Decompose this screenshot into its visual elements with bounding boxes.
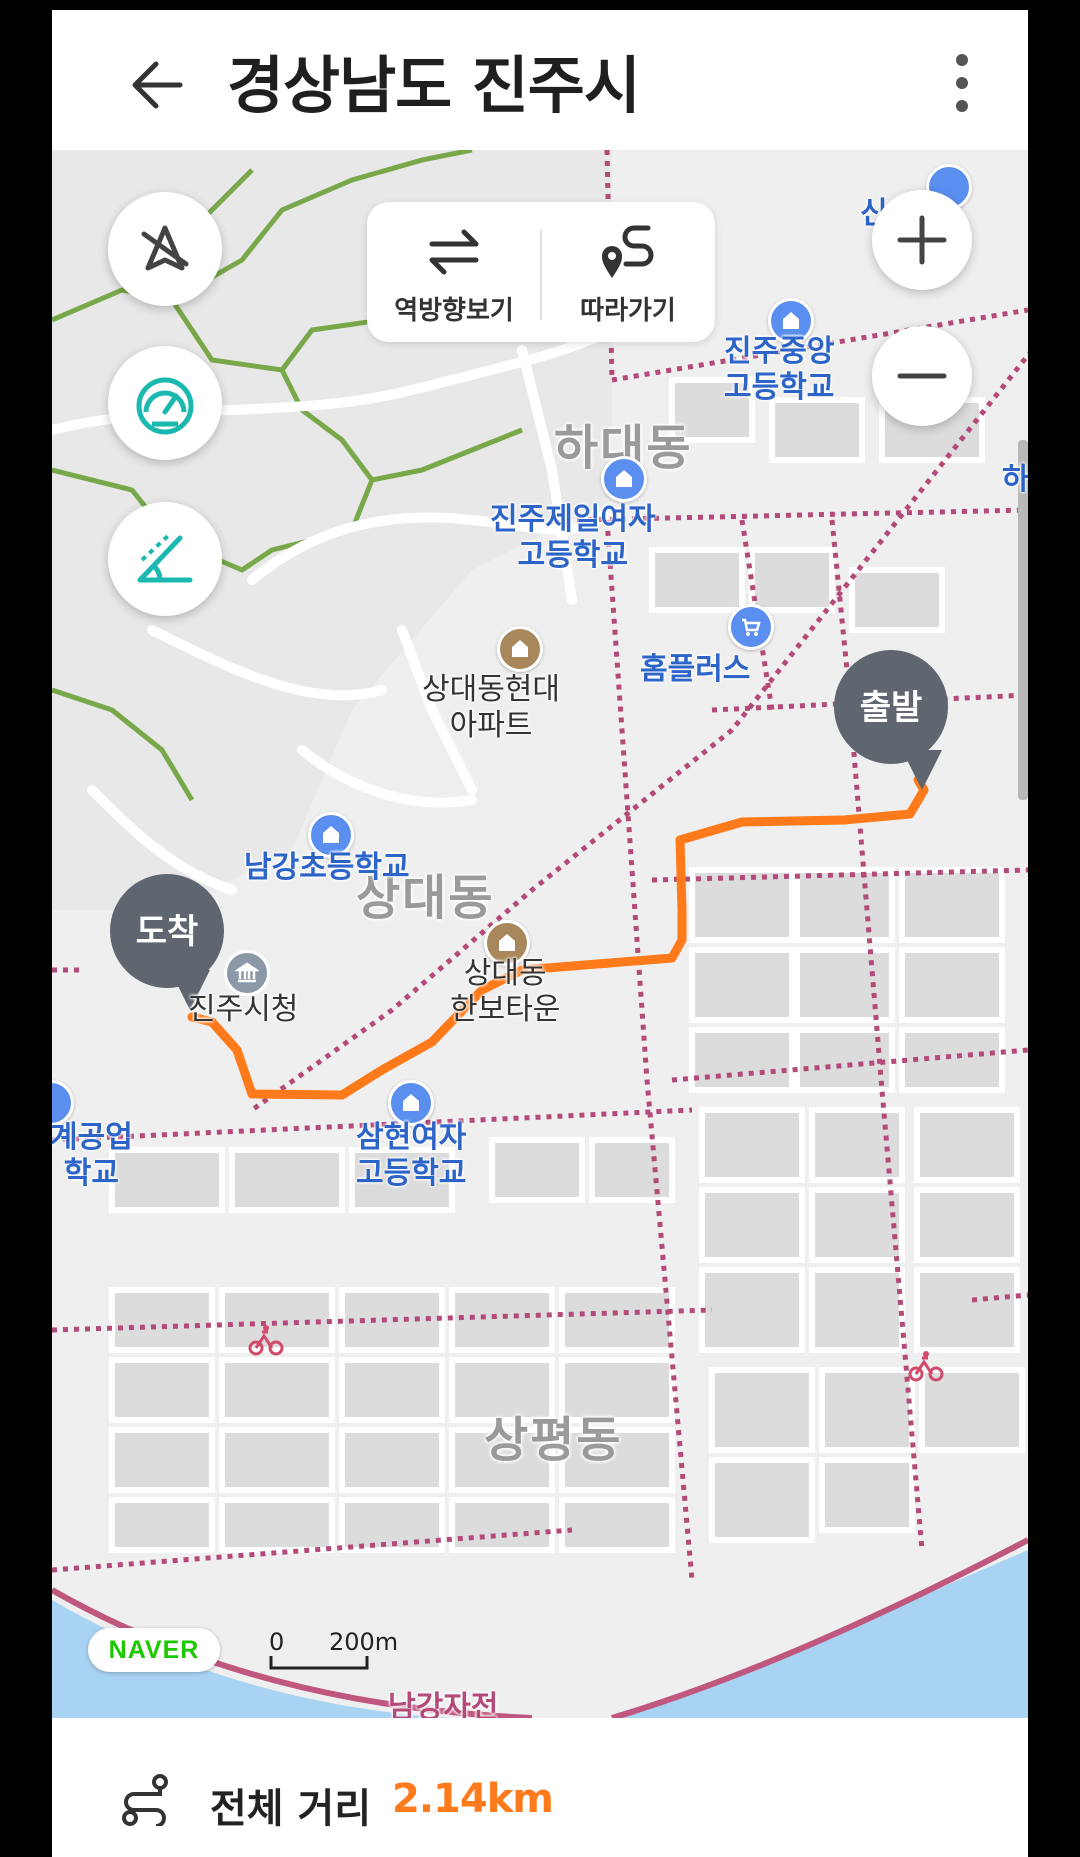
scale-bar (269, 1656, 369, 1670)
start-marker[interactable]: 출발 (834, 650, 948, 780)
school-icon (783, 312, 799, 329)
swap-arrows-icon (429, 229, 479, 275)
zoom-in-button[interactable] (872, 190, 972, 290)
school-icon (323, 826, 339, 843)
poi-label: 하 (1002, 462, 1028, 497)
poi-label: 진주제일여자 고등학교 (490, 502, 656, 573)
minus-icon (897, 373, 947, 379)
district-label-sangpyeong: 상평동 (484, 1412, 623, 1468)
bike-icon (908, 1351, 944, 1382)
poi-label: 진주중앙 고등학교 (724, 334, 835, 405)
shopping-poi[interactable] (728, 604, 774, 650)
speedometer-button[interactable] (108, 346, 222, 460)
compass-off-icon (141, 225, 189, 271)
back-button[interactable] (122, 50, 192, 120)
header: 경상남도 진주시 (52, 10, 1028, 150)
poi-label: 삼현여자 고등학교 (356, 1120, 467, 1191)
map-scale: 0 200m (269, 1628, 429, 1678)
naver-logo: NAVER (88, 1628, 220, 1672)
poi-label: 남강초등학교 (244, 850, 410, 885)
city-hall-poi[interactable] (224, 950, 270, 996)
road-label: 남강자전 (388, 1690, 499, 1718)
apartment-poi[interactable] (497, 626, 543, 672)
poi-label: 홈플러스 (640, 652, 751, 687)
building-icon (512, 640, 528, 657)
school-poi[interactable] (601, 456, 647, 502)
poi-label: 계공업 학교 (52, 1120, 133, 1191)
end-marker-label: 도착 (135, 912, 199, 952)
cart-icon (742, 618, 761, 636)
slope-button[interactable] (108, 502, 222, 616)
end-marker[interactable]: 도착 (110, 874, 224, 1004)
zoom-out-button[interactable] (872, 326, 972, 426)
government-building-icon (235, 962, 259, 983)
route-view-panel: 역방향보기 따라가기 (367, 202, 715, 342)
follow-label: 따라가기 (580, 296, 676, 326)
back-arrow-icon (132, 61, 183, 109)
reverse-direction-button[interactable]: 역방향보기 (367, 202, 541, 342)
page-title: 경상남도 진주시 (227, 49, 641, 122)
map-view[interactable]: 하대동 상대동 상평동 진주중앙 고등학교 진주제일여자 고등학교 홈플러스 상… (52, 150, 1028, 1718)
poi-label: 상대동현대 아파트 (422, 672, 560, 743)
more-vertical-icon (956, 54, 968, 112)
school-icon (403, 1094, 419, 1111)
slope-angle-icon (137, 532, 193, 583)
bike-icon (248, 1325, 284, 1356)
plus-icon (897, 215, 947, 265)
compass-off-button[interactable] (108, 192, 222, 306)
speedometer-icon (136, 377, 194, 435)
reverse-direction-label: 역방향보기 (394, 296, 514, 326)
building-icon (499, 934, 515, 951)
route-summary: 전체 거리 2.14km (52, 1718, 1028, 1857)
follow-route-icon (602, 225, 654, 278)
total-distance-label: 전체 거리 (210, 1786, 372, 1832)
start-marker-label: 출발 (859, 688, 923, 728)
follow-button[interactable]: 따라가기 (541, 202, 715, 342)
total-distance-value: 2.14km (392, 1776, 554, 1822)
poi-label: 상대동 한보타운 (450, 956, 561, 1027)
route-distance-icon (122, 1774, 168, 1826)
scale-zero: 0 (269, 1628, 285, 1656)
app-screen: 경상남도 진주시 하대동 상대동 상평동 진주중앙 고등학교 진주제일여자 고등… (52, 10, 1028, 1857)
more-menu-button[interactable] (937, 48, 987, 118)
school-icon (616, 470, 632, 487)
scale-distance: 200m (329, 1628, 399, 1656)
